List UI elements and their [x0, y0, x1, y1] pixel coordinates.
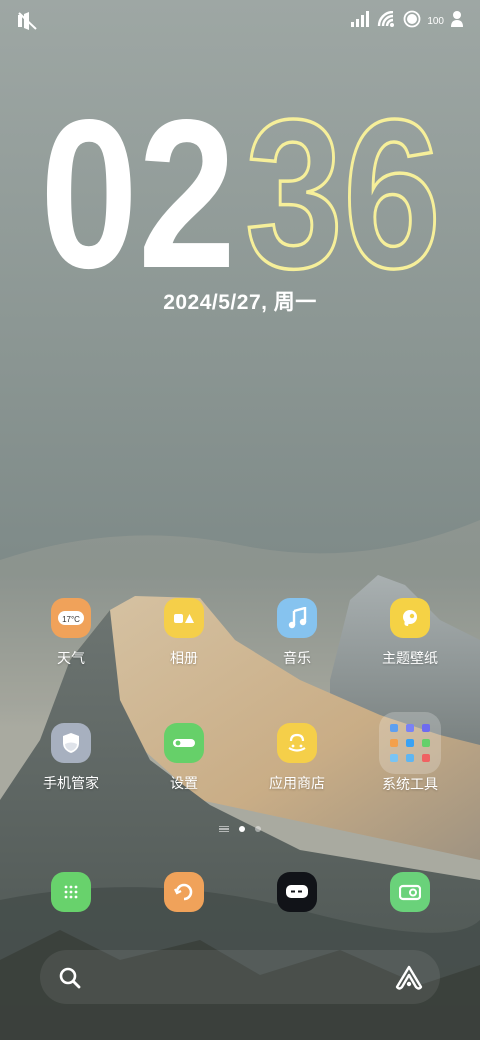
mute-icon	[16, 11, 38, 31]
app-label: 相册	[170, 651, 198, 667]
status-bar: 100	[0, 0, 480, 42]
wifi-icon	[377, 10, 397, 31]
folder-icon	[379, 712, 441, 774]
signal-icon	[351, 11, 371, 31]
app-music[interactable]: 音乐	[247, 598, 347, 668]
app-store[interactable]: 应用商店	[247, 723, 347, 793]
clock-widget[interactable]: 02 36	[40, 73, 450, 314]
battery-icon	[403, 10, 421, 32]
search-bar[interactable]	[40, 950, 440, 1004]
gallery-icon	[164, 598, 204, 638]
page-dot[interactable]	[255, 826, 261, 832]
app-security[interactable]: 手机管家	[21, 723, 121, 793]
app-folder-system-tools[interactable]: 系统工具	[360, 712, 460, 794]
page-dot-active[interactable]	[239, 826, 245, 832]
person-icon	[450, 10, 466, 32]
page-indicator	[0, 826, 480, 832]
weather-icon: 17°C	[51, 598, 91, 638]
wallet-icon[interactable]	[390, 872, 430, 912]
clock-minutes: 36	[245, 85, 441, 275]
messages-icon[interactable]	[277, 872, 317, 912]
music-icon	[277, 598, 317, 638]
theme-icon	[390, 598, 430, 638]
app-weather[interactable]: 17°C 天气	[21, 598, 121, 668]
app-gallery[interactable]: 相册	[134, 598, 234, 668]
weather-badge: 17°C	[62, 615, 80, 624]
clock-hours: 02	[40, 85, 236, 275]
app-label: 音乐	[283, 651, 311, 667]
app-label: 主题壁纸	[382, 651, 438, 667]
app-label: 手机管家	[43, 776, 99, 792]
app-label: 设置	[170, 776, 198, 792]
app-store-icon	[277, 723, 317, 763]
menu-lines-icon	[219, 826, 229, 832]
app-label: 天气	[57, 651, 85, 667]
search-icon[interactable]	[54, 962, 86, 994]
app-label: 系统工具	[382, 777, 438, 793]
dialer-icon[interactable]	[51, 872, 91, 912]
settings-icon	[164, 723, 204, 763]
app-theme[interactable]: 主题壁纸	[360, 598, 460, 668]
bottom-bar	[40, 950, 440, 1006]
assistant-icon[interactable]	[393, 962, 425, 994]
app-settings[interactable]: 设置	[134, 723, 234, 793]
shield-icon	[51, 723, 91, 763]
app-label: 应用商店	[269, 776, 325, 792]
battery-level: 100	[427, 15, 444, 27]
date-label: 2024/5/27, 周一	[163, 291, 317, 314]
browser-icon[interactable]	[164, 872, 204, 912]
